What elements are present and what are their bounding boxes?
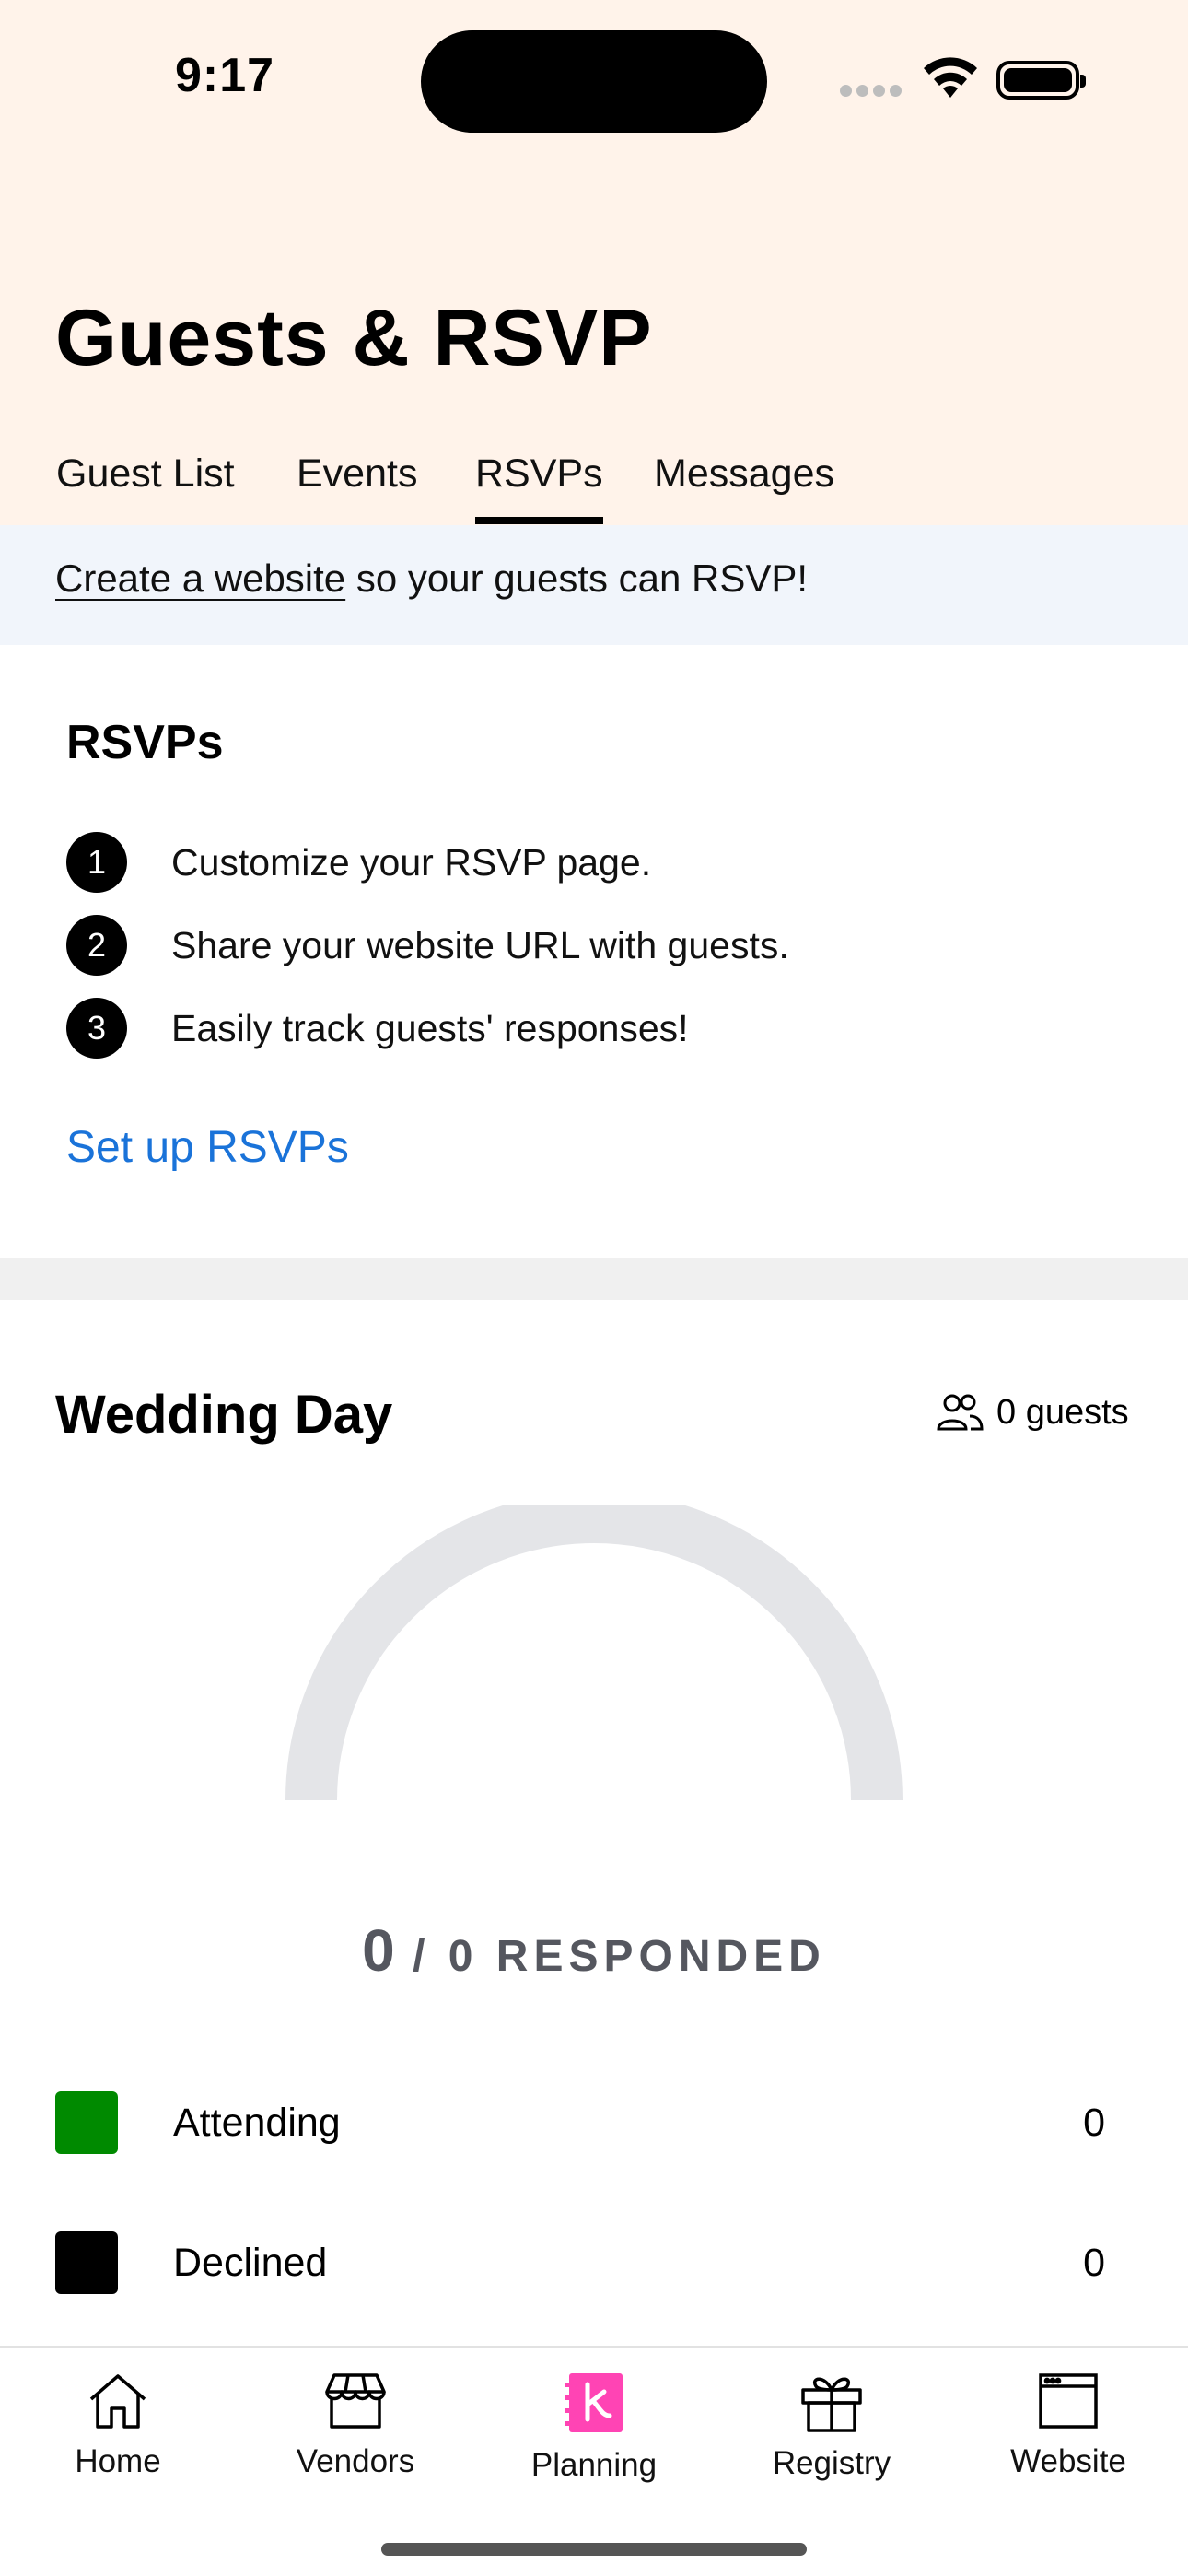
event-title: Wedding Day [55,1385,393,1445]
attending-swatch [55,2091,118,2154]
responded-summary: 0 / 0 RESPONDED [0,1916,1188,1985]
guest-count-text: 0 guests [996,1392,1129,1432]
nav-label: Planning [530,2447,658,2483]
guests-icon [937,1394,984,1431]
status-time: 9:17 [175,49,275,102]
dynamic-island [421,30,767,133]
legend-label: Attending [173,2101,341,2145]
tab-events[interactable]: Events [297,451,417,497]
guest-count: 0 guests [936,1389,1129,1435]
home-icon [89,2374,146,2429]
storefront-icon [325,2373,386,2429]
rsvp-step: 3 Easily track guests' responses! [66,998,689,1059]
legend-value: 0 [1083,2101,1105,2145]
tab-messages[interactable]: Messages [654,451,834,497]
planning-notebook-icon [565,2373,623,2432]
gift-icon [801,2377,862,2432]
browser-window-icon [1039,2373,1098,2429]
declined-swatch [55,2231,118,2294]
rsvp-card-title: RSVPs [66,716,224,769]
wifi-icon [924,57,977,98]
bottom-tab-bar: Home Vendors Planning Registry Website [0,2346,1188,2576]
step-text: Share your website URL with guests. [171,923,789,966]
step-text: Customize your RSVP page. [171,840,652,884]
section-divider [0,1258,1188,1300]
website-banner: Create a website so your guests can RSVP… [0,525,1188,645]
nav-label: Website [1010,2443,1126,2479]
rsvp-step: 1 Customize your RSVP page. [66,832,651,893]
rsvp-card: RSVPs 1 Customize your RSVP page. 2 Shar… [0,645,1188,1258]
home-indicator [381,2543,807,2556]
banner-text: Create a website so your guests can RSVP… [55,556,808,601]
rsvp-gauge [285,1505,903,1800]
legend-label: Declined [173,2241,328,2285]
legend-row-attending: Attending 0 [55,2091,1105,2154]
nav-planning[interactable]: Planning [493,2371,695,2484]
rsvp-step: 2 Share your website URL with guests. [66,915,789,976]
battery-icon [996,61,1086,100]
status-indicators [840,57,1089,103]
nav-home[interactable]: Home [17,2371,219,2480]
legend-value: 0 [1083,2241,1105,2285]
nav-vendors[interactable]: Vendors [254,2371,457,2480]
cellular-signal-icon [840,85,906,101]
header-area: 9:17 Guests & RSVP Guest List Events RSV… [0,0,1188,525]
step-number-badge: 3 [66,998,127,1059]
nav-label: Registry [772,2445,891,2481]
responded-label: / 0 RESPONDED [394,1932,826,1981]
legend-row-declined: Declined 0 [55,2231,1105,2294]
step-number-badge: 1 [66,832,127,893]
nav-label: Vendors [296,2443,415,2479]
tab-bar: Guest List Events RSVPs Messages [0,442,1188,525]
step-text: Easily track guests' responses! [171,1006,689,1049]
create-website-link[interactable]: Create a website [55,556,345,600]
tab-guest-list[interactable]: Guest List [56,451,235,497]
set-up-rsvps-link[interactable]: Set up RSVPs [66,1122,349,1173]
nav-registry[interactable]: Registry [730,2371,933,2482]
banner-rest-text: so your guests can RSVP! [345,556,809,600]
nav-label: Home [75,2443,161,2479]
tab-rsvps[interactable]: RSVPs [475,451,603,524]
page-title: Guests & RSVP [55,294,653,382]
step-number-badge: 2 [66,915,127,976]
nav-website[interactable]: Website [967,2371,1170,2480]
responded-count: 0 [362,1917,395,1984]
